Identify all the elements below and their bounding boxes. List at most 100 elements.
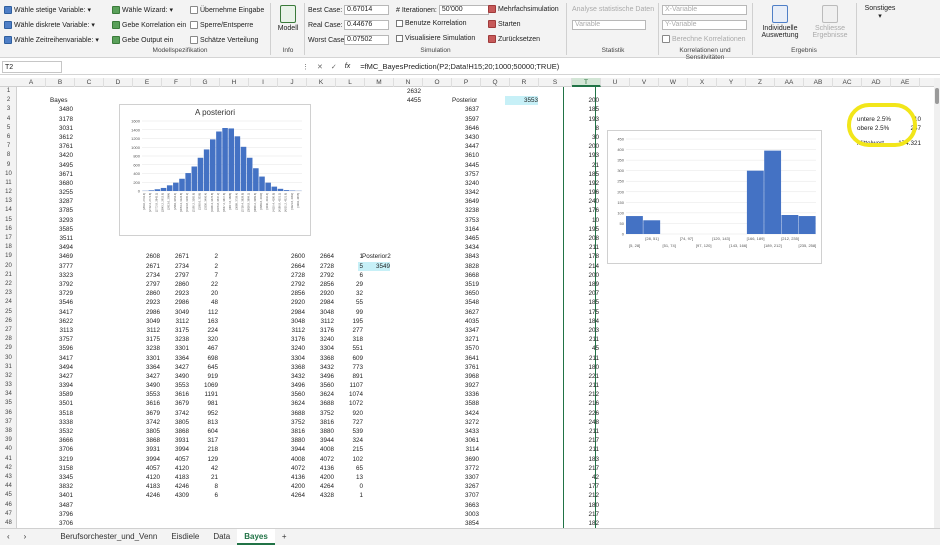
cell[interactable]: 3805	[162, 418, 189, 427]
row-header[interactable]: 34	[0, 390, 17, 399]
cell[interactable]: 698	[191, 354, 218, 363]
individual-evaluation-button[interactable]: Individuelle Auswertung	[756, 5, 804, 39]
cell[interactable]: 2632	[394, 87, 421, 96]
fx-icon[interactable]: fx	[345, 63, 350, 71]
calc-correlations-button[interactable]: Berechne Korrelationen	[662, 35, 746, 43]
row-header[interactable]: 14	[0, 206, 17, 215]
cell[interactable]: 13	[336, 473, 363, 482]
cell[interactable]: 193	[572, 115, 599, 124]
cell[interactable]: 3927	[452, 381, 479, 390]
cell[interactable]: 2984	[278, 308, 305, 317]
cell[interactable]: 4309	[162, 491, 189, 500]
row-header[interactable]: 19	[0, 252, 17, 261]
cell[interactable]: 4183	[162, 473, 189, 482]
column-header-i[interactable]: I	[249, 78, 278, 87]
cell[interactable]: 277	[336, 326, 363, 335]
row-header[interactable]: 42	[0, 464, 17, 473]
cell[interactable]: 3532	[46, 427, 73, 436]
cell[interactable]: 3679	[133, 409, 160, 418]
cell[interactable]: 2734	[133, 271, 160, 280]
bar[interactable]	[253, 168, 259, 191]
row-header[interactable]: 10	[0, 170, 17, 179]
cell[interactable]: 3944	[278, 445, 305, 454]
row-header[interactable]: 35	[0, 399, 17, 408]
cell[interactable]: 3646	[452, 124, 479, 133]
cell[interactable]: 3432	[278, 372, 305, 381]
column-header-f[interactable]: F	[162, 78, 191, 87]
cell[interactable]: 99	[336, 308, 363, 317]
cell[interactable]: 813	[191, 418, 218, 427]
cell[interactable]: 2920	[278, 298, 305, 307]
cell[interactable]: 3238	[452, 206, 479, 215]
cell[interactable]: 3553	[133, 390, 160, 399]
cell[interactable]: 3490	[133, 381, 160, 390]
cell[interactable]: 3843	[452, 252, 479, 261]
cell[interactable]: 183	[572, 455, 599, 464]
cell[interactable]: 3796	[46, 510, 73, 519]
cell[interactable]: 1107	[336, 381, 363, 390]
cell[interactable]: 3048	[307, 308, 334, 317]
cell[interactable]: 3338	[46, 418, 73, 427]
cell[interactable]: 3307	[452, 473, 479, 482]
bar[interactable]	[798, 216, 816, 234]
cell[interactable]: 3663	[452, 501, 479, 510]
cell[interactable]: 318	[336, 335, 363, 344]
row-header[interactable]: 31	[0, 363, 17, 372]
cell[interactable]: 3585	[46, 225, 73, 234]
column-header-aa[interactable]: AA	[775, 78, 804, 87]
cell[interactable]: 177	[572, 482, 599, 491]
column-header-t[interactable]: T	[572, 78, 601, 87]
bar[interactable]	[160, 187, 167, 191]
posterior-chart[interactable]: A posteriori 0 200 400 600 800 1000 1200 1400 160…	[119, 104, 311, 236]
cell[interactable]: 1	[336, 252, 363, 261]
cell[interactable]: 226	[572, 409, 599, 418]
cell[interactable]: 3427	[46, 372, 73, 381]
cell[interactable]: 3761	[452, 363, 479, 372]
cell[interactable]: 3706	[46, 519, 73, 528]
column-header-r[interactable]: R	[510, 78, 539, 87]
cell[interactable]: 3430	[452, 133, 479, 142]
row-header[interactable]: 3	[0, 105, 17, 114]
bar[interactable]	[643, 220, 661, 234]
cell[interactable]: 8	[572, 124, 599, 133]
posterior-value[interactable]: 3553	[505, 96, 538, 106]
cell[interactable]: 3323	[46, 271, 73, 280]
worst-case-input[interactable]: 0.07502	[344, 35, 389, 45]
cell[interactable]: 3518	[46, 409, 73, 418]
choose-timeseries-var-button[interactable]: Wähle Zeitreihenvariable: ▾	[4, 36, 99, 44]
cell[interactable]: 3465	[452, 234, 479, 243]
row-header[interactable]: 38	[0, 427, 17, 436]
cell[interactable]: 180	[572, 363, 599, 372]
start-button[interactable]: Starten	[488, 20, 521, 28]
row-header[interactable]: 17	[0, 234, 17, 243]
cell[interactable]: 727	[336, 418, 363, 427]
cell[interactable]: 604	[191, 427, 218, 436]
estimate-distribution-button[interactable]: Schätze Verteilung	[190, 36, 258, 44]
row-header[interactable]: 18	[0, 243, 17, 252]
cell[interactable]: 317	[191, 436, 218, 445]
worksheet-grid[interactable]: A B C D E F G H I J K L M N O P Q R S T U V W X Y Z AA AB AC AD AE 123…	[0, 78, 934, 528]
cell[interactable]: 3666	[46, 436, 73, 445]
bar[interactable]	[185, 173, 191, 191]
cell[interactable]: 195	[336, 317, 363, 326]
row-header[interactable]: 1	[0, 87, 17, 96]
cell[interactable]: 3158	[46, 464, 73, 473]
row-header[interactable]: 12	[0, 188, 17, 197]
cell[interactable]: 1072	[336, 399, 363, 408]
cell[interactable]: 189	[572, 280, 599, 289]
cell[interactable]: 3761	[46, 142, 73, 151]
row-header[interactable]: 15	[0, 216, 17, 225]
cell[interactable]: 2856	[278, 289, 305, 298]
column-header-s[interactable]: S	[539, 78, 572, 87]
cell[interactable]: 3287	[46, 197, 73, 206]
cell[interactable]: 919	[191, 372, 218, 381]
cell[interactable]: 2664	[307, 252, 334, 261]
cell[interactable]: 192	[572, 179, 599, 188]
cell[interactable]: 2792	[307, 271, 334, 280]
cell[interactable]: 2856	[307, 280, 334, 289]
bar[interactable]	[259, 176, 265, 191]
row-header[interactable]: 28	[0, 335, 17, 344]
x-variable-dropdown[interactable]: X-Variable	[662, 5, 747, 15]
cell[interactable]: 3164	[452, 225, 479, 234]
cell[interactable]: 4136	[307, 464, 334, 473]
